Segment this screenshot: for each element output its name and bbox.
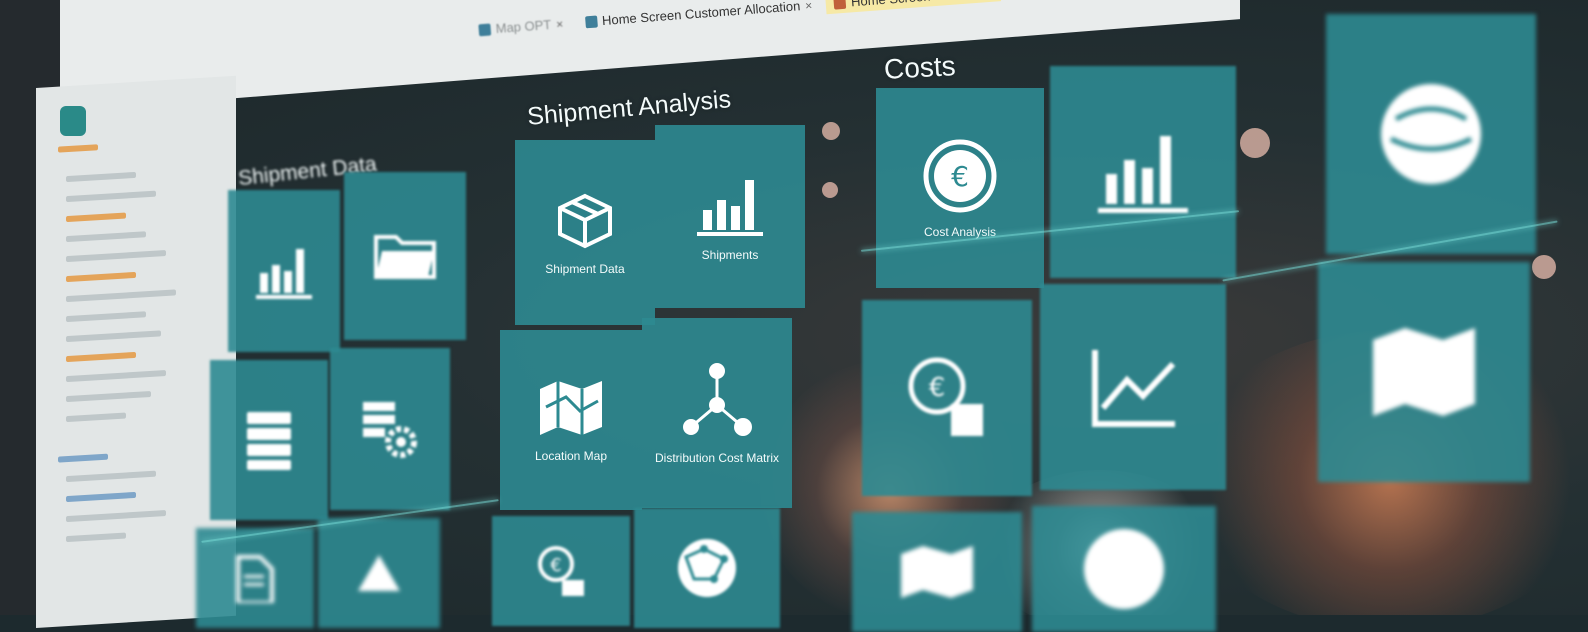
tile-shipment-folder[interactable] [344, 172, 466, 340]
svg-text:€: € [550, 555, 561, 576]
warning-icon [358, 555, 400, 591]
bar-chart-icon [256, 249, 312, 299]
tile-cost-overview[interactable] [1050, 66, 1236, 278]
tile-document[interactable] [196, 528, 314, 628]
tile-cost-analysis[interactable]: € Cost Analysis [876, 88, 1044, 288]
euro-calculator-icon: € [908, 357, 983, 436]
tile-shipments[interactable]: Shipments [655, 125, 805, 308]
line-chart-icon [1092, 350, 1176, 427]
tile-shipment-data[interactable]: Shipment Data [515, 140, 655, 325]
tile-label: Shipments [701, 247, 759, 262]
map-icon [540, 381, 602, 435]
tile-cost-location[interactable]: € [492, 516, 630, 626]
tile-cost-map[interactable] [852, 512, 1022, 632]
tile-global-network[interactable] [634, 508, 780, 628]
bar-chart-icon [1098, 136, 1188, 213]
tile-label: Location Map [534, 449, 608, 463]
network-nodes-icon [683, 363, 752, 436]
tile-capacity-utilisation[interactable] [1040, 284, 1226, 490]
tile-label: Distribution Cost Matrix [654, 451, 780, 465]
tile-warning[interactable] [318, 518, 440, 628]
globe-network-icon [1084, 529, 1164, 609]
svg-text:€: € [951, 160, 969, 193]
document-icon [236, 555, 274, 603]
tile-data-list[interactable] [210, 360, 328, 520]
tile-cost-network[interactable] [1032, 506, 1216, 632]
tile-shipment-data-chart[interactable] [228, 190, 340, 352]
list-icon [247, 412, 291, 470]
svg-text:€: € [929, 373, 946, 403]
tile-location-map[interactable]: Location Map [500, 330, 642, 510]
map-icon [1373, 328, 1475, 416]
tile-data-preparation[interactable] [330, 348, 450, 510]
euro-coin-icon: € [923, 139, 997, 213]
bar-chart-icon [697, 179, 763, 236]
globe-network-icon [678, 539, 736, 597]
tile-scenario-map[interactable] [1318, 262, 1530, 482]
tile-scenario-globe[interactable] [1326, 14, 1536, 254]
box-icon [558, 193, 612, 248]
dashboard: Shipment Data Shipment Analysis Costs Sh… [0, 0, 1588, 632]
tile-cost-per-month[interactable]: € [862, 300, 1032, 496]
settings-gear-icon [363, 402, 417, 458]
tile-label: Shipment Data [545, 261, 625, 276]
euro-coin-icon: € [538, 546, 584, 596]
globe-icon [1381, 84, 1481, 184]
tile-distribution-cost-matrix[interactable]: Distribution Cost Matrix [642, 318, 792, 508]
section-title-costs: Costs [883, 50, 957, 85]
map-icon [901, 546, 973, 598]
folder-icon [374, 235, 436, 279]
